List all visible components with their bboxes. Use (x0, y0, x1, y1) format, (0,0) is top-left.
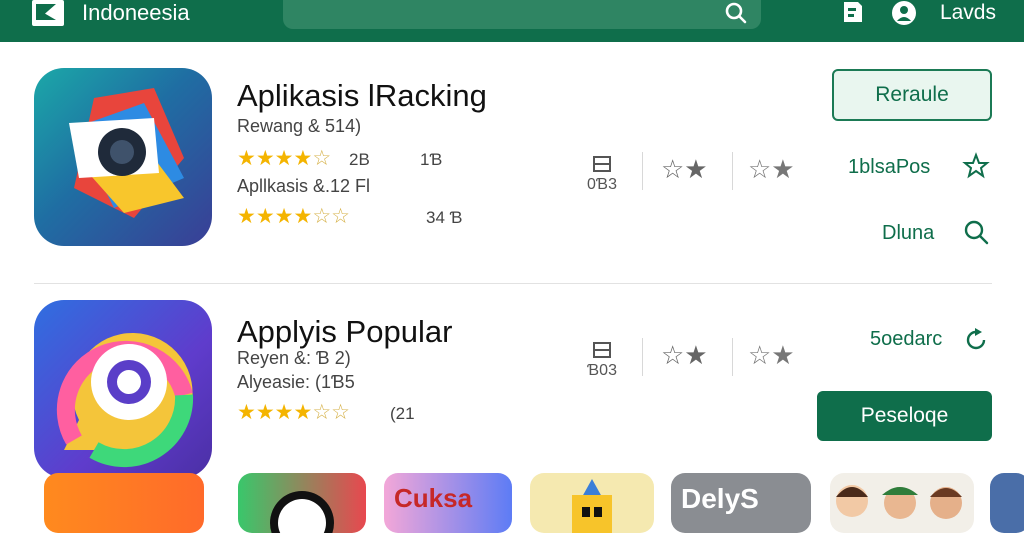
app-thumbnail[interactable] (990, 473, 1024, 533)
thumbnail-label: DelyS (681, 483, 759, 514)
divider (642, 338, 643, 376)
app-icon[interactable] (34, 68, 212, 246)
game-character-icon (572, 479, 612, 533)
app-developer: Reyen &: Ɓ 2) (237, 348, 351, 368)
card-divider (34, 283, 992, 284)
app-thumbnail[interactable]: Cuksa (384, 473, 512, 533)
app-icon[interactable] (34, 300, 212, 478)
search-icon[interactable] (962, 218, 990, 246)
top-right-actions: Lavds (840, 0, 996, 26)
store-logo-icon (32, 0, 64, 26)
rating-value: (21 (390, 404, 415, 423)
thumbnail-label: Cuksa (394, 483, 473, 513)
divider (732, 152, 733, 190)
app-meta: Apllkasis &.12 Fl (237, 176, 371, 196)
app-thumbnail[interactable] (238, 473, 366, 533)
star-rating: ★★★★☆ (237, 147, 332, 170)
star-icon: ☆★ (748, 340, 795, 370)
user-name[interactable]: Lavds (940, 1, 996, 25)
app-card[interactable]: Aplikasis lRacking Rewang & 514) ★★★★☆ 2… (34, 68, 992, 258)
app-thumbnail[interactable] (530, 473, 654, 533)
star-icon: ☆★ (661, 154, 708, 184)
app-title[interactable]: Applyis Popular (237, 314, 452, 350)
search-bar[interactable] (283, 0, 761, 29)
brand-title: Indoneesia (82, 0, 190, 25)
star-outline-icon[interactable] (962, 152, 990, 180)
app-thumbnail[interactable] (830, 473, 974, 533)
chat-bubble-icon (56, 332, 194, 468)
star-rating-secondary: ★★★★☆☆ (237, 205, 350, 228)
rating-value: 2B (349, 150, 370, 169)
app-card[interactable]: Applyis Popular Reyen &: Ɓ 2) Alyeasie: … (34, 300, 992, 490)
size-value: 0Ɓ3 (587, 176, 617, 193)
people-illustration-icon (836, 485, 962, 519)
app-meta: Alyeasie: (1Ɓ5 (237, 372, 355, 392)
search-icon[interactable] (723, 0, 749, 26)
divider (642, 152, 643, 190)
rating-count: 1Ɓ (420, 150, 443, 169)
size-value: Ɓ03 (587, 362, 617, 379)
app-title[interactable]: Aplikasis lRacking (237, 78, 487, 114)
app-thumbnail[interactable]: DelyS (671, 473, 811, 533)
star-icon: ☆★ (748, 154, 795, 184)
brand[interactable]: Indoneesia (32, 0, 190, 26)
star-icon: ☆★ (661, 340, 708, 370)
app-developer: Rewang & 514) (237, 116, 362, 136)
link-bottom[interactable]: Dluna (882, 222, 934, 245)
size-icon (593, 342, 611, 358)
star-rating: ★★★★☆☆ (237, 401, 350, 424)
divider (732, 338, 733, 376)
download-count: 34 Ɓ (426, 208, 463, 227)
primary-action-button[interactable]: Reraule (832, 69, 992, 121)
app-thumbnail[interactable] (44, 473, 204, 533)
account-icon[interactable] (890, 0, 918, 26)
link-top[interactable]: 5oedarc (870, 328, 942, 351)
camera-icon (270, 491, 334, 533)
size-icon (593, 156, 611, 172)
install-button[interactable]: Peseloqe (817, 391, 992, 441)
refresh-icon[interactable] (962, 326, 990, 354)
top-app-bar: Indoneesia Lavds (0, 0, 1024, 42)
notifications-icon[interactable] (840, 0, 868, 26)
link-top[interactable]: 1blsaPos (848, 156, 930, 179)
camera-chat-icon (69, 88, 184, 218)
